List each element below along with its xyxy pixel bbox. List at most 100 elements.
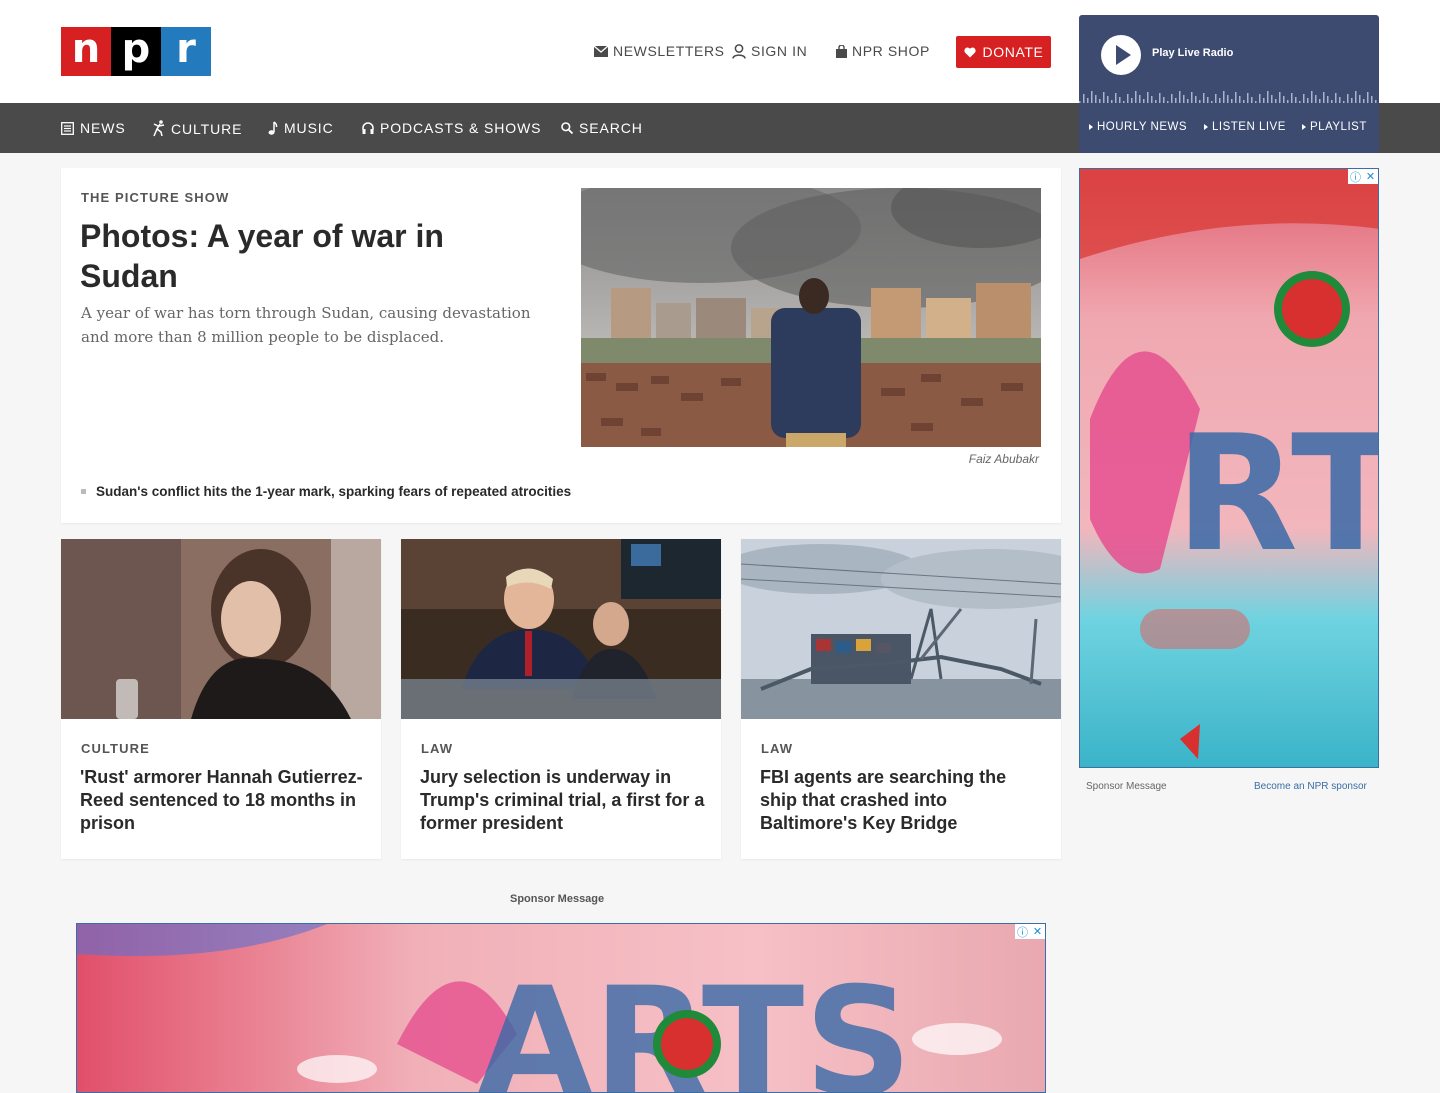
play-live-button[interactable] [1101, 35, 1141, 75]
story-card: LAW FBI agents are searching the ship th… [741, 539, 1061, 859]
banner-ad-artwork: ARTS [77, 924, 1045, 1092]
related-story-label: Sudan's conflict hits the 1-year mark, s… [96, 484, 572, 499]
ad-choices[interactable]: ⓘ ✕ [1015, 924, 1045, 939]
playlist-link[interactable]: PLAYLIST [1302, 121, 1367, 133]
waveform-bar [1343, 101, 1345, 103]
story-slug[interactable]: CULTURE [81, 741, 150, 756]
listen-live-label: LISTEN LIVE [1212, 121, 1286, 133]
waveform-bar [1279, 92, 1281, 103]
ad-info-icon[interactable]: ⓘ [1015, 924, 1030, 939]
search-icon [561, 122, 573, 134]
waveform-bar [1255, 101, 1257, 103]
waveform-bar [1303, 94, 1305, 103]
newsletters-label: NEWSLETTERS [613, 43, 725, 59]
waveform-bar [1167, 101, 1169, 103]
hourly-news-label: HOURLY NEWS [1097, 121, 1188, 133]
waveform-bar [1135, 91, 1137, 103]
waveform-bar [1079, 101, 1081, 103]
waveform-bar [1115, 93, 1117, 103]
photo-credit: Faiz Abubakr [968, 452, 1039, 466]
waveform-graphic [1079, 91, 1377, 103]
logo-letter-r: r [161, 27, 211, 76]
waveform-bar [1175, 98, 1177, 103]
sponsor-message-label: Sponsor Message [510, 893, 605, 905]
npr-shop-label: NPR SHOP [852, 43, 930, 59]
waveform-bar [1211, 101, 1213, 103]
waveform-bar [1151, 96, 1153, 103]
waveform-bar [1315, 95, 1317, 103]
feature-teaser[interactable]: A year of war has torn through Sudan, ca… [81, 301, 531, 349]
feature-photo[interactable] [581, 188, 1041, 447]
play-icon [1115, 45, 1131, 65]
story-photo[interactable] [741, 539, 1061, 719]
npr-logo[interactable]: n p r [61, 27, 211, 76]
hourly-news-link[interactable]: HOURLY NEWS [1089, 121, 1187, 133]
story-headline[interactable]: 'Rust' armorer Hannah Gutierrez-Reed sen… [80, 766, 365, 835]
donate-label: DONATE [982, 44, 1044, 60]
waveform-bar [1247, 93, 1249, 103]
feature-slug[interactable]: THE PICTURE SHOW [81, 190, 229, 205]
waveform-bar [1231, 99, 1233, 103]
sudan-photo-illustration [581, 188, 1041, 447]
npr-shop-link[interactable]: NPR SHOP [836, 43, 930, 59]
waveform-bar [1203, 93, 1205, 103]
waveform-bar [1235, 92, 1237, 103]
story-slug[interactable]: LAW [761, 741, 793, 756]
sidebar-ad-artwork: RT [1080, 169, 1379, 767]
bridge-photo-illustration [741, 539, 1061, 719]
sidebar-ad[interactable]: RT ⓘ ✕ [1079, 168, 1379, 768]
become-sponsor-link[interactable]: Become an NPR sponsor [1254, 781, 1367, 792]
waveform-bar [1223, 91, 1225, 103]
ad-choices[interactable]: ⓘ ✕ [1348, 169, 1378, 184]
waveform-bar [1299, 101, 1301, 103]
nav-item-search[interactable]: SEARCH [561, 120, 643, 136]
waveform-bar [1091, 91, 1093, 103]
nav-search-label: SEARCH [579, 120, 643, 136]
nav-news-label: NEWS [80, 120, 126, 136]
waveform-bar [1267, 91, 1269, 103]
banner-ad[interactable]: ARTS ⓘ ✕ [76, 923, 1046, 1093]
ad-close-icon[interactable]: ✕ [1030, 924, 1045, 939]
ad-close-icon[interactable]: ✕ [1363, 169, 1378, 184]
waveform-bar [1355, 91, 1357, 103]
nav-culture-label: CULTURE [171, 120, 243, 137]
story-headline[interactable]: Jury selection is underway in Trump's cr… [420, 766, 705, 835]
story-card: LAW Jury selection is underway in Trump'… [401, 539, 721, 859]
waveform-bar [1083, 94, 1085, 103]
feature-headline[interactable]: Photos: A year of war in Sudan [80, 216, 540, 296]
waveform-bar [1103, 92, 1105, 103]
sign-in-link[interactable]: SIGN IN [732, 43, 807, 59]
nav-item-music[interactable]: MUSIC [268, 120, 334, 136]
live-radio-player: Play Live Radio HOURLY NEWS LISTEN LIVE … [1079, 15, 1379, 153]
triangle-right-icon [1302, 124, 1306, 130]
listen-live-link[interactable]: LISTEN LIVE [1204, 121, 1286, 133]
waveform-bar [1243, 100, 1245, 103]
waveform-bar [1131, 98, 1133, 103]
nav-item-culture[interactable]: CULTURE [153, 120, 242, 137]
waveform-bar [1183, 95, 1185, 103]
story-headline[interactable]: FBI agents are searching the ship that c… [760, 766, 1045, 835]
logo-letter-p: p [111, 27, 161, 76]
waveform-bar [1191, 92, 1193, 103]
waveform-bar [1219, 98, 1221, 103]
nav-item-news[interactable]: NEWS [61, 120, 126, 136]
heart-icon [963, 47, 976, 57]
logo-letter-n: n [61, 27, 111, 76]
story-photo[interactable] [401, 539, 721, 719]
svg-text:RT: RT [1175, 400, 1379, 587]
playlist-label: PLAYLIST [1310, 121, 1367, 133]
newsletters-link[interactable]: NEWSLETTERS [594, 43, 725, 59]
nav-item-podcasts[interactable]: PODCASTS & SHOWS [362, 120, 541, 136]
related-story-link[interactable]: Sudan's conflict hits the 1-year mark, s… [81, 484, 571, 499]
shopping-bag-icon [836, 44, 847, 58]
triangle-right-icon [1089, 124, 1093, 130]
trial-photo-illustration [401, 539, 721, 719]
waveform-bar [1159, 93, 1161, 103]
ad-info-icon[interactable]: ⓘ [1348, 169, 1363, 184]
waveform-bar [1199, 100, 1201, 103]
donate-button[interactable]: DONATE [956, 36, 1051, 68]
story-photo[interactable] [61, 539, 381, 719]
story-slug[interactable]: LAW [421, 741, 453, 756]
waveform-bar [1147, 92, 1149, 103]
waveform-bar [1275, 99, 1277, 103]
